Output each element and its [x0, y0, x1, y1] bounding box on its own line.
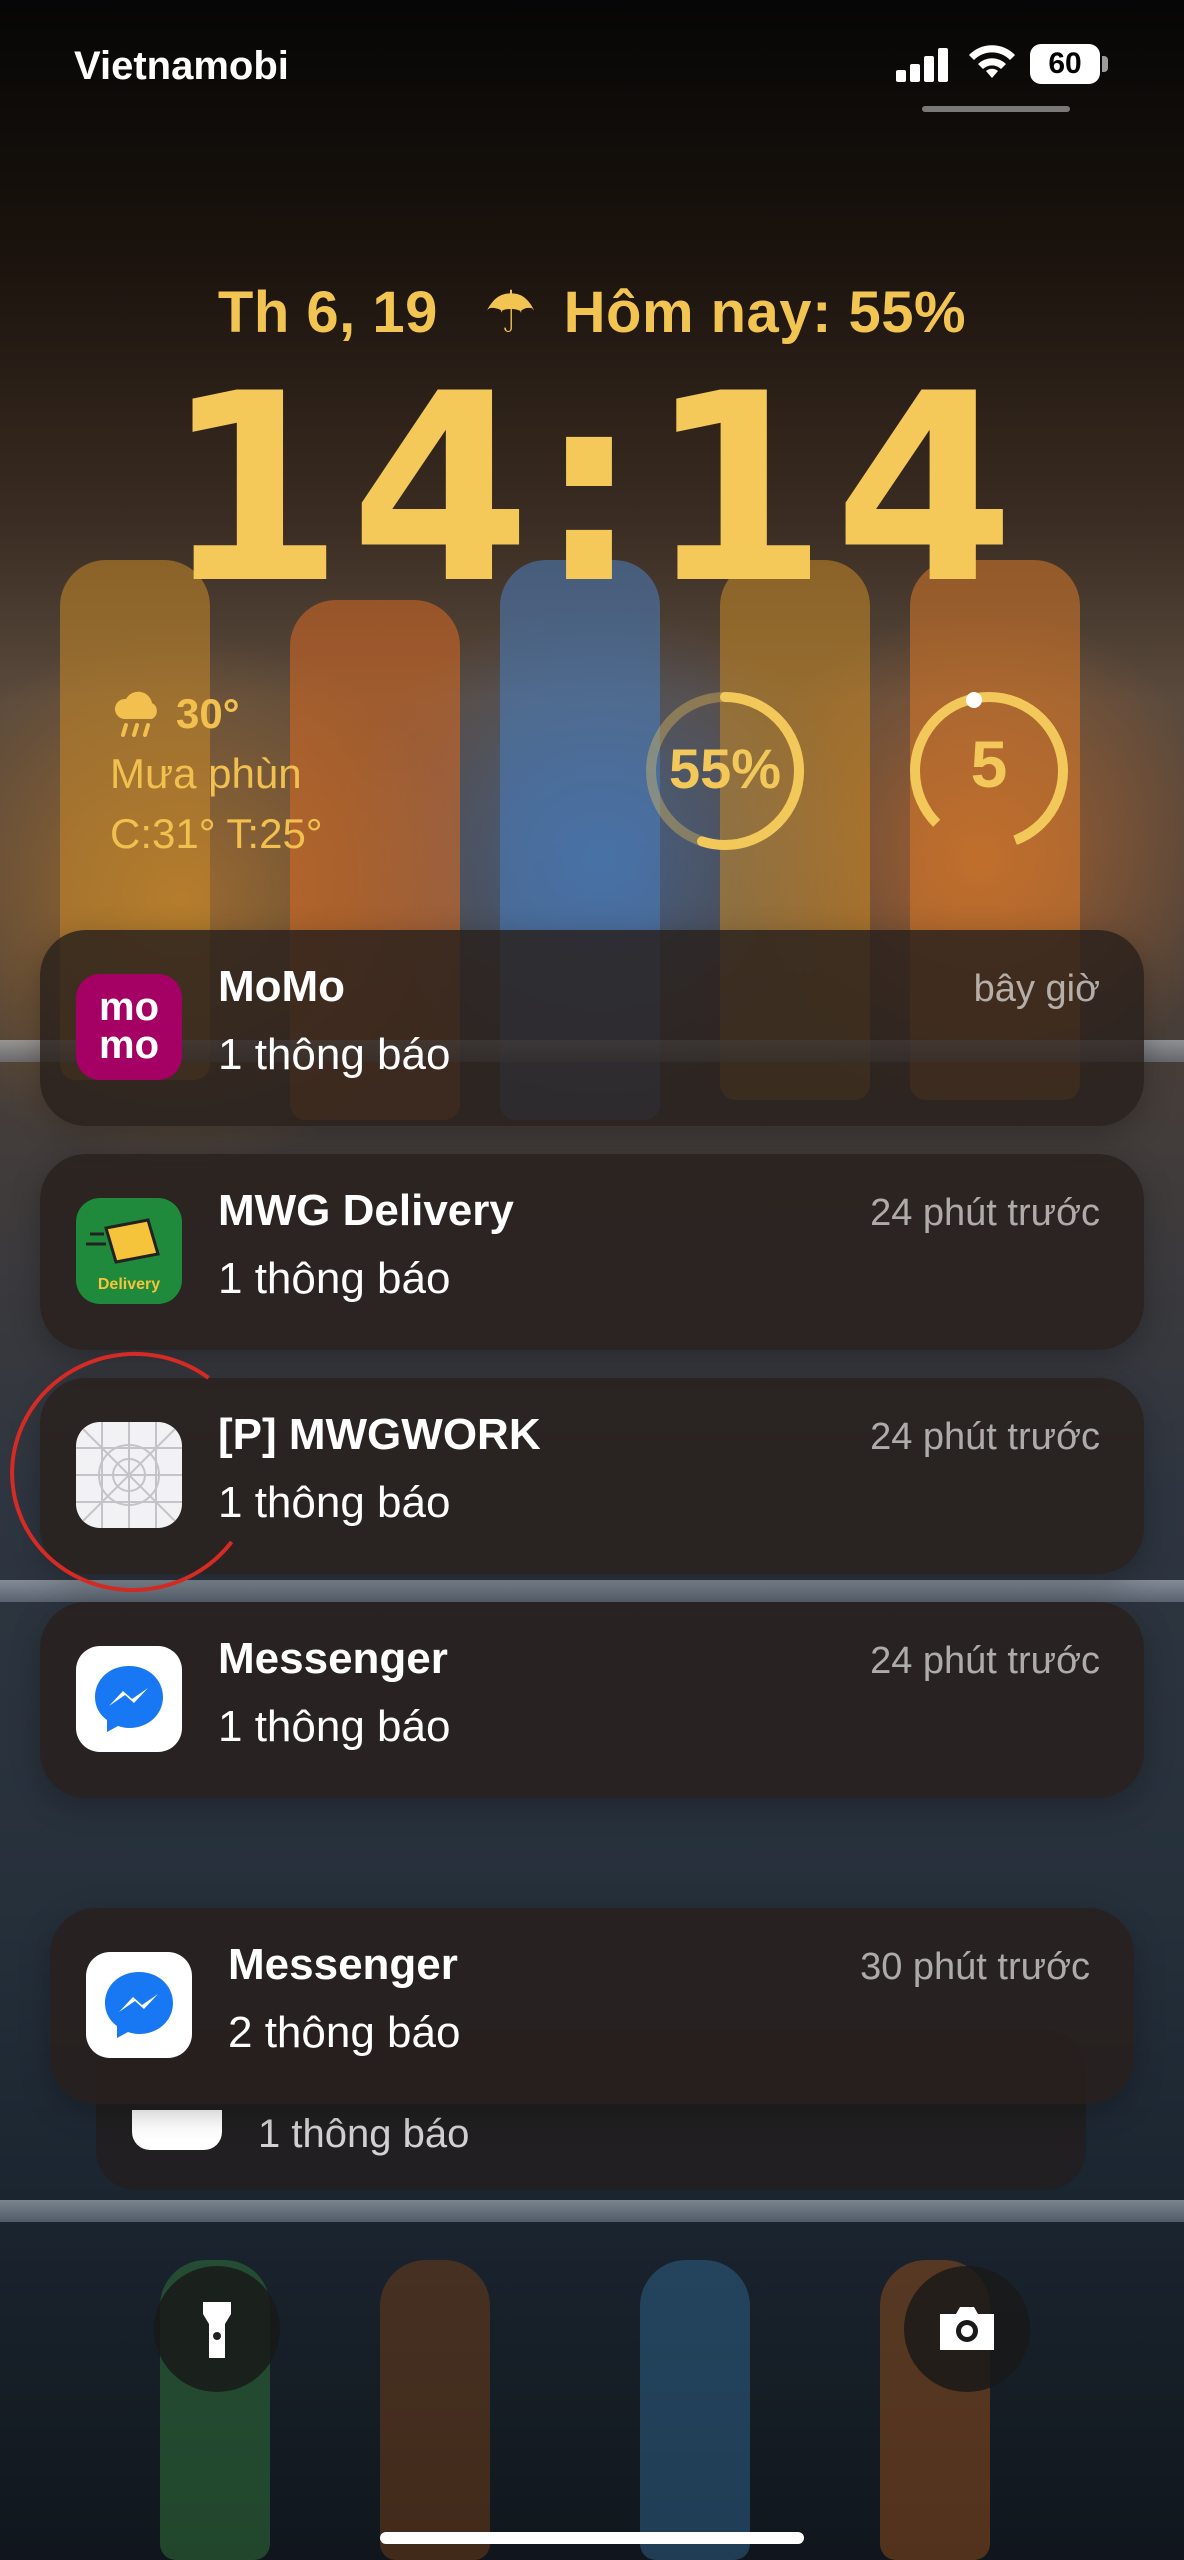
- notification-body: 2 thông báo: [228, 2008, 461, 2057]
- notification-time: 24 phút trước: [870, 1192, 1100, 1234]
- flashlight-icon: [203, 2302, 231, 2358]
- drizzle-cloud-icon: [114, 691, 157, 737]
- rain-forecast: Hôm nay: 55%: [563, 280, 967, 345]
- battery-tip: [1102, 56, 1108, 72]
- notification-body: 1 thông báo: [218, 1702, 451, 1751]
- cellular-signal-icon: [896, 48, 952, 82]
- wifi-icon: [969, 45, 1015, 78]
- notification-momo[interactable]: mo mo MoMo 1 thông báo bây giờ: [40, 930, 1144, 1126]
- notification-app-name: MWG Delivery: [218, 1186, 514, 1235]
- notification-time: bây giờ: [973, 968, 1100, 1010]
- notification-time: 24 phút trước: [870, 1416, 1100, 1458]
- lock-date-line: Th 6, 19 ☂ Hôm nay: 55%: [0, 278, 1184, 346]
- battery-indicator: 60: [1030, 44, 1100, 84]
- status-underline: [922, 106, 1070, 112]
- flashlight-button[interactable]: [154, 2266, 280, 2392]
- notification-app-name: Messenger: [228, 1940, 458, 1989]
- umbrella-icon: ☂: [484, 280, 537, 345]
- notification-time: 30 phút trước: [860, 1946, 1090, 1988]
- notification-body: 1 thông báo: [218, 1030, 451, 1079]
- notification-body: 1 thông báo: [218, 1254, 451, 1303]
- weather-widget[interactable]: 30° Mưa phùn C:31° T:25°: [110, 684, 323, 864]
- uv-ring-widget[interactable]: 5: [904, 686, 1074, 856]
- delivery-logo-text: Delivery: [97, 1276, 161, 1293]
- weather-condition: Mưa phùn: [110, 750, 302, 797]
- notification-app-name: [P] MWGWORK: [218, 1410, 541, 1459]
- notification-app-name: Messenger: [218, 1634, 448, 1683]
- momo-logo-top: mo: [99, 985, 159, 1029]
- messenger-bubble-icon: [95, 1666, 163, 1732]
- lock-clock: 14:14: [163, 339, 1021, 641]
- wallpaper-bottle: [380, 2260, 490, 2560]
- rain-chance-value: 55%: [668, 737, 782, 800]
- notification-messenger-2[interactable]: Messenger 2 thông báo 30 phút trước: [50, 1908, 1134, 2104]
- weather-temp: 30°: [176, 690, 240, 737]
- lock-date: Th 6, 19: [217, 280, 438, 345]
- mwg-delivery-icon: Delivery: [76, 1198, 182, 1304]
- messenger-icon: [76, 1646, 182, 1752]
- rain-chance-ring-widget[interactable]: 55%: [640, 686, 810, 856]
- momo-logo-bottom: mo: [99, 1023, 159, 1067]
- momo-logo-text: mo mo: [76, 985, 182, 1067]
- messenger-bubble-icon: [105, 1972, 173, 2038]
- messenger-icon: [132, 2110, 222, 2150]
- notification-mwg-delivery[interactable]: Delivery MWG Delivery 1 thông báo 24 phú…: [40, 1154, 1144, 1350]
- notification-body: 1 thông báo: [258, 2112, 470, 2156]
- momo-icon: mo mo: [76, 974, 182, 1080]
- camera-icon: [940, 2307, 994, 2350]
- status-bar: Vietnamobi 60: [0, 0, 1184, 130]
- uv-value: 5: [970, 727, 1008, 801]
- home-indicator[interactable]: [380, 2532, 804, 2544]
- wallpaper-shelf: [0, 2200, 1184, 2222]
- camera-button[interactable]: [904, 2266, 1030, 2392]
- messenger-icon: [86, 1952, 192, 2058]
- notification-time: 24 phút trước: [870, 1640, 1100, 1682]
- notification-messenger-1[interactable]: Messenger 1 thông báo 24 phút trước: [40, 1602, 1144, 1798]
- wallpaper-bottle: [640, 2260, 750, 2560]
- carrier-name: Vietnamobi: [74, 44, 289, 88]
- notification-app-name: MoMo: [218, 962, 346, 1011]
- weather-range: C:31° T:25°: [110, 810, 323, 857]
